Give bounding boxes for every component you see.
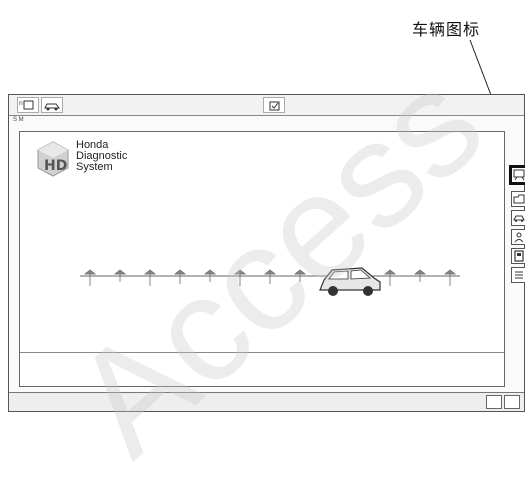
hds-logo-icon: HD xyxy=(37,141,69,177)
car-icon xyxy=(319,267,381,296)
car-check-icon xyxy=(513,215,525,222)
dlc-button[interactable]: n xyxy=(17,97,39,113)
main-panel: HD Honda Diagnostic System xyxy=(19,131,505,387)
person-button[interactable] xyxy=(511,229,525,245)
center-tool-button[interactable] xyxy=(263,97,285,113)
toolbar-sublabel: S M xyxy=(13,117,24,123)
status-bar xyxy=(9,392,524,411)
top-toolbar: n xyxy=(9,95,524,116)
car-link-icon xyxy=(44,103,60,111)
list-icon xyxy=(515,271,523,279)
hds-window: n S M HD Honda Diagnostic System xyxy=(8,94,525,412)
meter-button[interactable] xyxy=(511,248,525,264)
person-icon xyxy=(514,232,524,243)
hds-title-line3: System xyxy=(76,161,113,173)
svg-text:n: n xyxy=(19,100,23,107)
center-tool-icon xyxy=(269,101,280,111)
car-link-button[interactable] xyxy=(41,97,63,113)
status-box-1 xyxy=(486,395,502,409)
vehicle-icon xyxy=(513,169,525,181)
dlc-icon: n xyxy=(19,100,34,110)
vehicle-button[interactable] xyxy=(509,165,525,185)
car-check-button[interactable] xyxy=(511,210,525,226)
vehicle-illustration xyxy=(80,267,460,296)
meter-icon xyxy=(514,250,524,262)
panel-divider xyxy=(20,352,504,353)
folder-icon xyxy=(513,194,525,204)
folder-button[interactable] xyxy=(511,191,525,207)
status-box-2 xyxy=(504,395,520,409)
list-button[interactable] xyxy=(511,267,525,283)
hds-title: Honda Diagnostic System xyxy=(76,140,127,173)
svg-text:HD: HD xyxy=(44,158,67,174)
